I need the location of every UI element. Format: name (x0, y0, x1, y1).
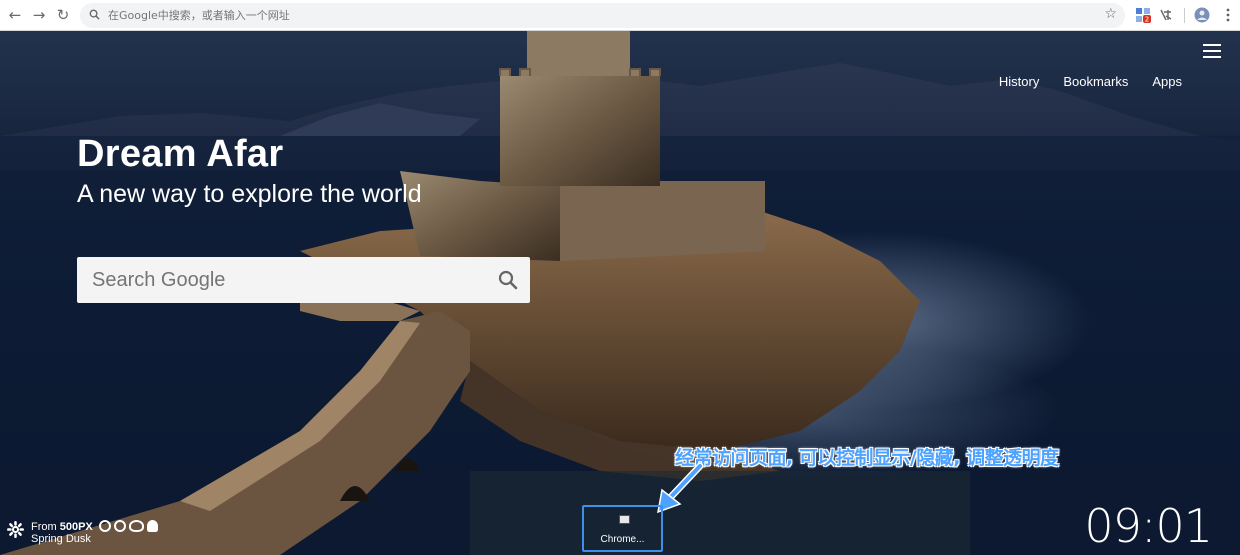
photo-credit: From 500PX (31, 521, 93, 533)
most-visited-shortcut[interactable]: Chrome... (582, 505, 663, 552)
social-share-icons (99, 520, 158, 532)
reload-icon[interactable]: ↻ (53, 5, 73, 25)
nav-apps-link[interactable]: Apps (1152, 74, 1182, 89)
top-nav: History Bookmarks Apps (999, 74, 1182, 89)
clock: 09:01 (1084, 499, 1213, 553)
nav-history-link[interactable]: History (999, 74, 1039, 89)
nav-bookmarks-link[interactable]: Bookmarks (1063, 74, 1128, 89)
translate-extension-icon[interactable] (1158, 7, 1174, 23)
toolbar-divider (1184, 8, 1185, 23)
search-icon[interactable] (498, 270, 518, 290)
profile-avatar-icon[interactable] (1194, 7, 1210, 23)
pinterest-icon[interactable] (114, 520, 126, 532)
weibo-icon[interactable] (129, 520, 144, 532)
forward-arrow-icon[interactable]: → (29, 5, 49, 25)
credit-source-link[interactable]: 500PX (60, 521, 93, 533)
shortcut-label: Chrome... (600, 534, 645, 545)
settings-gear-icon[interactable] (7, 521, 24, 538)
annotation-callout: 经常访问页面, 可以控制显示/隐藏, 调整透明度 (675, 447, 1059, 469)
brand-subtitle: A new way to explore the world (77, 180, 422, 208)
bookmark-star-icon[interactable]: ☆ (1104, 6, 1117, 22)
info-circle-icon[interactable] (99, 520, 111, 532)
back-arrow-icon[interactable]: ← (5, 5, 25, 25)
address-input[interactable] (108, 3, 1098, 28)
browser-toolbar: ← → ↻ ☆ 2 (0, 0, 1240, 31)
address-bar[interactable]: ☆ (80, 3, 1125, 28)
credit-prefix: From (31, 521, 60, 533)
brand-title: Dream Afar (77, 133, 284, 175)
more-vertical-icon[interactable] (1220, 7, 1236, 23)
photo-title: Spring Dusk (31, 533, 91, 545)
search-box[interactable] (77, 257, 530, 303)
extension-grid-icon[interactable]: 2 (1135, 7, 1151, 23)
search-input[interactable] (92, 257, 492, 303)
qq-icon[interactable] (147, 520, 158, 532)
search-icon (89, 9, 100, 20)
extension-badge: 2 (1145, 16, 1149, 24)
hamburger-menu-icon[interactable] (1203, 44, 1221, 58)
site-favicon-icon (619, 515, 630, 524)
